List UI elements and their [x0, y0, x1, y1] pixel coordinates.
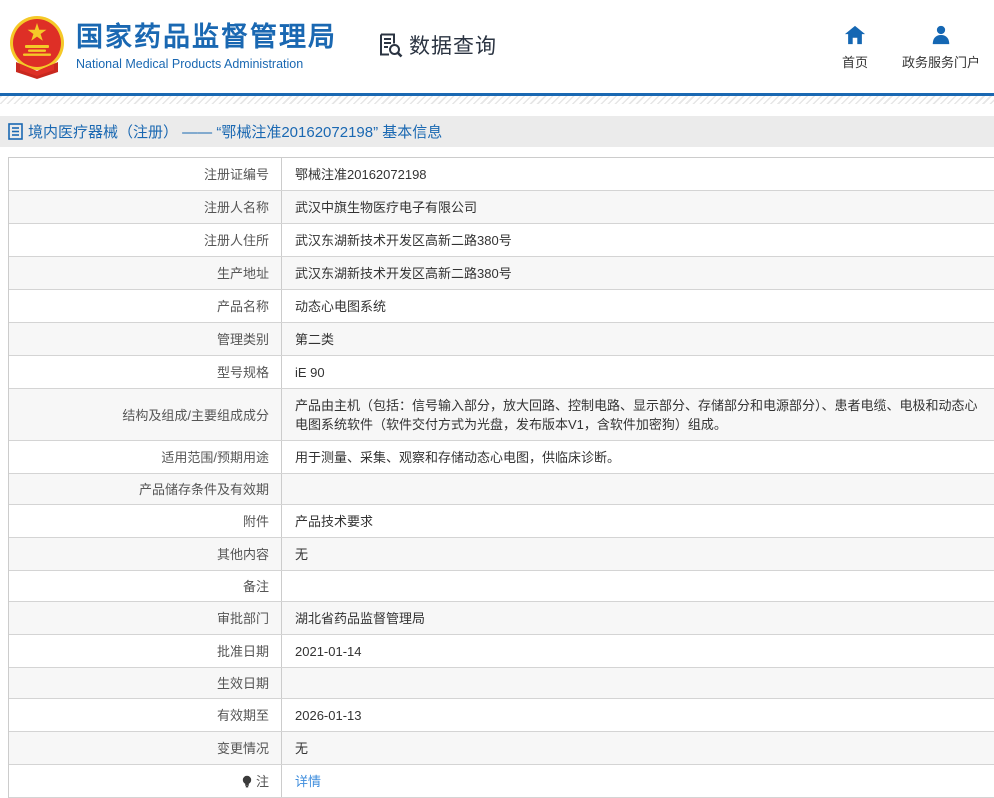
table-row: 备注: [9, 571, 994, 602]
org-name-zh: 国家药品监督管理局: [76, 22, 337, 53]
field-label: 批准日期: [9, 635, 282, 667]
header-nav: 首页 政务服务门户: [842, 24, 994, 71]
field-label: 注册人住所: [9, 224, 282, 256]
details-link[interactable]: 详情: [295, 774, 321, 789]
data-query-entry[interactable]: 数据查询: [377, 30, 497, 60]
field-value: 产品技术要求: [295, 514, 374, 529]
table-row: 产品储存条件及有效期: [9, 474, 994, 505]
breadcrumb-text: 境内医疗器械（注册） —— “鄂械注准20162072198” 基本信息: [28, 124, 443, 141]
nav-portal-label: 政务服务门户: [901, 55, 980, 70]
field-value: [282, 571, 994, 601]
field-label-text: 注册人住所: [203, 233, 269, 248]
hatch-band: [0, 96, 994, 104]
field-label: 审批部门: [9, 602, 282, 634]
nav-portal[interactable]: 政务服务门户: [902, 24, 980, 71]
field-label: 产品名称: [9, 290, 282, 322]
section-title: 数据查询: [409, 34, 497, 58]
field-label: 变更情况: [9, 732, 282, 764]
table-row: 结构及组成/主要组成成分 产品由主机（包括：信号输入部分，放大回路、控制电路、显…: [9, 389, 994, 441]
table-row: 生产地址 武汉东湖新技术开发区高新二路380号: [9, 257, 994, 290]
field-label-text: 产品名称: [216, 299, 269, 314]
table-row: 注册证编号 鄂械注准20162072198: [9, 158, 994, 191]
table-row: 注册人名称 武汉中旗生物医疗电子有限公司: [9, 191, 994, 224]
field-label: 管理类别: [9, 323, 282, 355]
field-value: 第二类: [295, 332, 335, 347]
field-label-text: 有效期至: [216, 708, 269, 723]
brand-logo-block[interactable]: 国家药品监督管理局 National Medical Products Admi…: [8, 15, 337, 79]
document-search-icon: [380, 33, 403, 57]
brand-text: 国家药品监督管理局 National Medical Products Admi…: [76, 22, 337, 70]
field-label: 附件: [9, 505, 282, 537]
field-label: 适用范围/预期用途: [9, 441, 282, 473]
field-label: 生产地址: [9, 257, 282, 289]
field-value: [282, 668, 994, 698]
table-row: 附件 产品技术要求: [9, 505, 994, 538]
field-label-text: 型号规格: [216, 365, 269, 380]
registration-info-table: 注册证编号 鄂械注准20162072198 注册人名称 武汉中旗生物医疗电子有限…: [8, 157, 994, 798]
site-header: 国家药品监督管理局 National Medical Products Admi…: [0, 0, 994, 93]
field-label: 其他内容: [9, 538, 282, 570]
field-label-text: 变更情况: [216, 741, 269, 756]
field-value: 湖北省药品监督管理局: [295, 611, 426, 626]
field-value: 详情: [282, 765, 994, 797]
field-label-text: 附件: [242, 514, 269, 529]
national-emblem-icon: [10, 15, 64, 79]
field-label: 有效期至: [9, 699, 282, 731]
field-label: 注册证编号: [9, 158, 282, 190]
field-label-text: 生效日期: [216, 676, 269, 691]
field-value: 2026-01-13: [295, 708, 362, 723]
bulb-note-icon: [242, 775, 252, 788]
field-label: 生效日期: [9, 668, 282, 698]
field-value: 武汉东湖新技术开发区高新二路380号: [295, 233, 512, 248]
field-label: 结构及组成/主要组成成分: [9, 389, 282, 440]
field-label-text: 审批部门: [216, 611, 269, 626]
nav-home-label: 首页: [841, 55, 868, 70]
field-value: 用于测量、采集、观察和存储动态心电图，供临床诊断。: [295, 450, 621, 465]
field-label-text: 注册人名称: [203, 200, 269, 215]
table-row: 注册人住所 武汉东湖新技术开发区高新二路380号: [9, 224, 994, 257]
table-row: 适用范围/预期用途 用于测量、采集、观察和存储动态心电图，供临床诊断。: [9, 441, 994, 474]
field-value: 无: [295, 741, 309, 756]
table-row: 生效日期: [9, 668, 994, 699]
breadcrumb: 境内医疗器械（注册） —— “鄂械注准20162072198” 基本信息: [0, 116, 994, 147]
field-label-text: 适用范围/预期用途: [161, 450, 269, 465]
document-icon: [8, 123, 23, 140]
user-icon: [932, 25, 950, 45]
field-label: 注: [9, 765, 282, 797]
nav-home[interactable]: 首页: [842, 24, 868, 71]
field-value: 武汉东湖新技术开发区高新二路380号: [295, 266, 512, 281]
field-label: 型号规格: [9, 356, 282, 388]
table-row: 注 详情: [9, 765, 994, 798]
field-label: 备注: [9, 571, 282, 601]
field-value: 产品由主机（包括：信号输入部分，放大回路、控制电路、显示部分、存储部分和电源部分…: [295, 398, 978, 432]
table-row: 有效期至 2026-01-13: [9, 699, 994, 732]
table-row: 批准日期 2021-01-14: [9, 635, 994, 668]
field-label-text: 结构及组成/主要组成成分: [122, 407, 269, 423]
field-label-text: 产品储存条件及有效期: [138, 482, 269, 497]
field-value: 武汉中旗生物医疗电子有限公司: [295, 200, 478, 215]
field-value: 鄂械注准20162072198: [295, 167, 427, 182]
home-icon: [844, 25, 866, 45]
field-label: 注册人名称: [9, 191, 282, 223]
field-label-text: 批准日期: [216, 644, 269, 659]
field-label-text: 其他内容: [216, 547, 269, 562]
field-value: 2021-01-14: [295, 644, 362, 659]
field-label: 产品储存条件及有效期: [9, 474, 282, 504]
field-value: 无: [295, 547, 309, 562]
table-row: 管理类别 第二类: [9, 323, 994, 356]
field-label-text: 备注: [242, 579, 269, 594]
field-label-text: 注册证编号: [203, 167, 269, 182]
table-row: 产品名称 动态心电图系统: [9, 290, 994, 323]
table-row: 型号规格 iE 90: [9, 356, 994, 389]
org-name-en: National Medical Products Administration: [76, 56, 304, 71]
field-label-text: 生产地址: [216, 266, 269, 281]
field-value: iE 90: [295, 365, 325, 380]
table-row: 变更情况 无: [9, 732, 994, 765]
field-value: [282, 474, 994, 504]
field-label-text: 注: [255, 774, 269, 789]
table-row: 审批部门 湖北省药品监督管理局: [9, 602, 994, 635]
field-value: 动态心电图系统: [295, 299, 387, 314]
table-row: 其他内容 无: [9, 538, 994, 571]
field-label-text: 管理类别: [216, 332, 269, 347]
